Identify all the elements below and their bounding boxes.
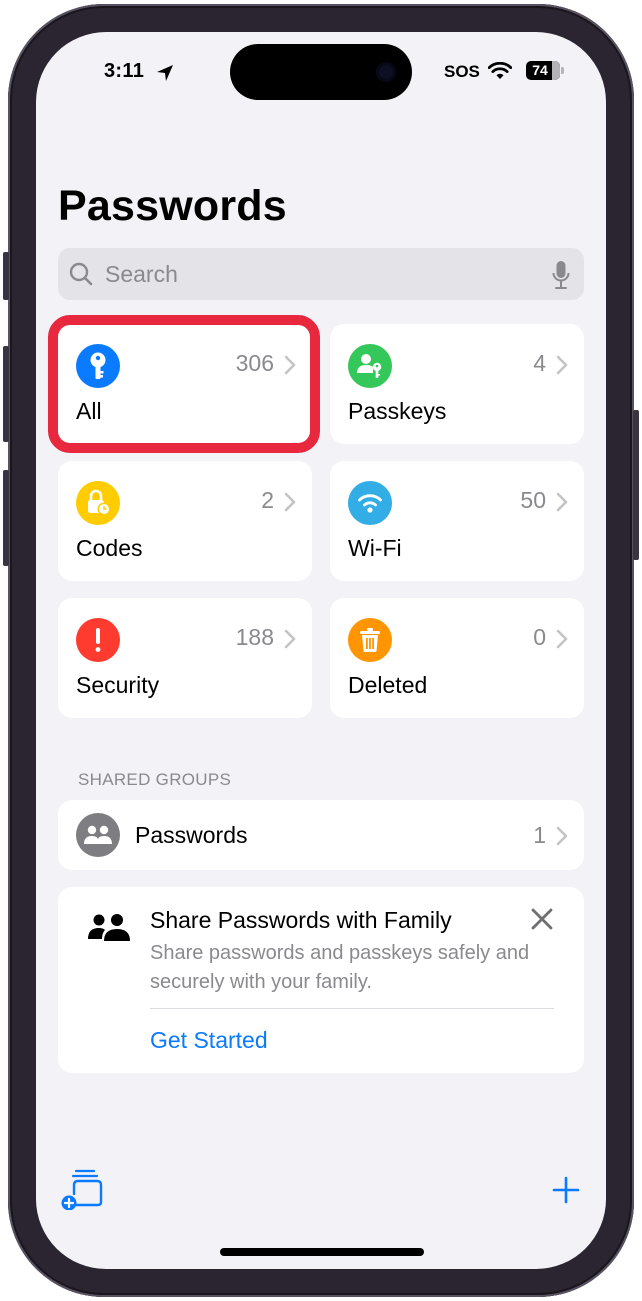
- search-placeholder: Search: [105, 261, 178, 287]
- chevron-right-icon: [284, 355, 296, 375]
- get-started-button[interactable]: Get Started: [150, 1027, 268, 1054]
- category-deleted[interactable]: 0 Deleted: [330, 598, 584, 718]
- shared-group-row[interactable]: Passwords 1: [58, 800, 584, 870]
- person-key-icon: [348, 344, 392, 388]
- action-button: [3, 252, 9, 300]
- carrier-label: SOS: [444, 62, 480, 81]
- card-description: Share passwords and passkeys safely and …: [150, 942, 530, 993]
- category-wifi[interactable]: 50 Wi-Fi: [330, 461, 584, 581]
- screen: 3:11 SOS 74 Passwords Search 306 All 4 P…: [36, 32, 606, 1269]
- side-button: [633, 410, 639, 560]
- home-indicator[interactable]: [220, 1248, 424, 1256]
- volume-down-button: [3, 470, 9, 566]
- divider: [150, 1008, 554, 1009]
- close-icon[interactable]: [530, 907, 554, 931]
- category-codes[interactable]: 2 Codes: [58, 461, 312, 581]
- category-label: All: [76, 398, 102, 424]
- camera-icon: [376, 62, 396, 82]
- battery-indicator: 74: [526, 61, 560, 80]
- microphone-icon[interactable]: [552, 260, 570, 290]
- search-input[interactable]: Search: [58, 248, 584, 300]
- family-icon: [88, 914, 130, 941]
- chevron-right-icon: [556, 826, 568, 846]
- category-label: Wi-Fi: [348, 535, 402, 561]
- page-title: Passwords: [58, 182, 287, 230]
- exclamation-icon: [76, 618, 120, 662]
- plus-icon[interactable]: [552, 1176, 580, 1204]
- status-time: 3:11: [104, 60, 145, 82]
- category-passkeys[interactable]: 4 Passkeys: [330, 324, 584, 444]
- lock-clock-icon: [76, 481, 120, 525]
- location-arrow-icon: [157, 65, 173, 81]
- battery-tip: [561, 67, 564, 74]
- category-label: Passkeys: [348, 398, 447, 424]
- dynamic-island: [230, 44, 412, 100]
- category-count: 306: [235, 350, 274, 376]
- wifi-icon: [488, 62, 512, 79]
- category-label: Codes: [76, 535, 143, 561]
- wifi-icon: [348, 481, 392, 525]
- trash-icon: [348, 618, 392, 662]
- chevron-right-icon: [556, 629, 568, 649]
- key-icon: [76, 344, 120, 388]
- shared-group-count: 1: [533, 822, 546, 848]
- category-count: 4: [533, 350, 546, 376]
- chevron-right-icon: [556, 355, 568, 375]
- chevron-right-icon: [556, 492, 568, 512]
- share-family-card: Share Passwords with Family Share passwo…: [58, 887, 584, 1073]
- chevron-right-icon: [284, 629, 296, 649]
- new-group-icon[interactable]: [60, 1168, 104, 1210]
- volume-up-button: [3, 346, 9, 442]
- battery-level: 74: [532, 62, 548, 78]
- shared-group-label: Passwords: [135, 822, 248, 848]
- chevron-right-icon: [284, 492, 296, 512]
- category-count: 2: [261, 487, 274, 513]
- category-label: Deleted: [348, 672, 428, 698]
- category-count: 50: [520, 487, 546, 513]
- category-label: Security: [76, 672, 160, 698]
- search-icon: [69, 262, 93, 286]
- people-icon: [76, 813, 120, 857]
- category-all[interactable]: 306 All: [58, 324, 312, 444]
- section-header-shared-groups: SHARED GROUPS: [78, 770, 232, 789]
- card-title: Share Passwords with Family: [150, 907, 452, 933]
- category-security[interactable]: 188 Security: [58, 598, 312, 718]
- category-count: 0: [533, 624, 546, 650]
- category-count: 188: [235, 624, 274, 650]
